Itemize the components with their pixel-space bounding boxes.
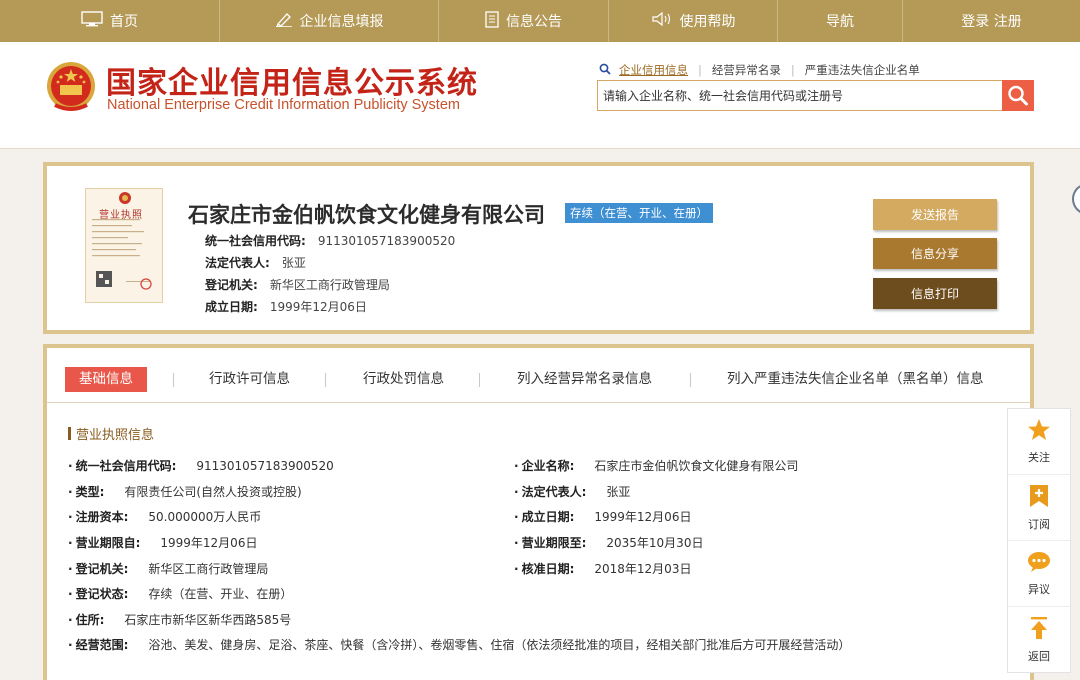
field-approval-date: 核准日期:2018年12月03日 [514,560,691,578]
business-license-thumbnail[interactable]: 营业执照 [85,188,163,303]
nav-help[interactable]: 使用帮助 [609,0,778,42]
tab-admin-license[interactable]: 行政许可信息 [209,367,290,392]
field-reg-status: 登记状态:存续（在营、开业、在册） [68,585,292,603]
company-summary-card: 营业执照 石家庄市金伯帆饮食文化健身有限公司 存续（在营、开业、在册） 统一社会… [43,162,1034,334]
nav-navigation-label: 导航 [826,14,854,30]
divider: | [790,63,795,77]
nav-home-label: 首页 [110,14,138,30]
bookmark-plus-icon [1028,484,1050,511]
site-title: 国家企业信用信息公示系统 [106,66,478,101]
nav-navigation[interactable]: 导航 [778,0,903,42]
print-info-button[interactable]: 信息打印 [873,278,997,309]
nav-fill-info-label: 企业信息填报 [299,14,384,30]
tab-admin-penalty[interactable]: 行政处罚信息 [363,367,444,392]
arrow-up-icon [1029,616,1049,643]
detail-tabs: 基础信息 行政许可信息 行政处罚信息 列入经营异常名录信息 列入严重违法失信企业… [47,348,1030,403]
search-input[interactable] [598,81,998,110]
site-subtitle: National Enterprise Credit Information P… [107,97,460,113]
field-credit-code: 统一社会信用代码:911301057183900520 [68,457,334,475]
speaker-icon [651,11,673,31]
field-capital: 注册资本:50.000000万人民币 [68,508,261,526]
company-name: 石家庄市金伯帆饮食文化健身有限公司 [188,203,545,227]
search-tab-credit-info[interactable]: 企业信用信息 [619,62,688,78]
site-header: 国家企业信用信息公示系统 National Enterprise Credit … [0,42,1080,149]
company-detail-panel: 基础信息 行政许可信息 行政处罚信息 列入经营异常名录信息 列入严重违法失信企业… [43,344,1034,680]
share-info-button[interactable]: 信息分享 [873,238,997,269]
tab-blacklist[interactable]: 列入严重违法失信企业名单（黑名单）信息 [727,367,984,392]
field-legal-rep: 法定代表人:张亚 [205,256,306,270]
back-to-top-button[interactable]: 返回 [1008,607,1070,673]
side-toggle-handle[interactable] [1072,183,1080,215]
field-type: 类型:有限责任公司(自然人投资或控股) [68,483,302,501]
nav-home[interactable]: 首页 [0,0,220,42]
floating-action-bar: 关注 订阅 异议 返回 [1007,408,1071,673]
nav-help-label: 使用帮助 [679,14,736,30]
search-icon [599,63,611,78]
search-icon [1002,85,1034,114]
star-icon [1027,418,1051,444]
objection-button[interactable]: 异议 [1008,541,1070,607]
field-company-name: 企业名称:石家庄市金伯帆饮食文化健身有限公司 [514,457,798,475]
send-report-button[interactable]: 发送报告 [873,199,997,230]
tab-abnormal-list[interactable]: 列入经营异常名录信息 [517,367,652,392]
divider [325,373,326,387]
divider [479,373,480,387]
divider: | [698,63,702,77]
search-box [597,80,1034,111]
nav-announcement[interactable]: 信息公告 [439,0,609,42]
nav-announcement-label: 信息公告 [506,14,562,30]
pencil-icon [275,11,293,31]
field-term-from: 营业期限自:1999年12月06日 [68,534,257,552]
monitor-icon [81,11,103,31]
top-nav: 首页 企业信息填报 信息公告 使用帮助 导航 登录 注册 [0,0,1080,42]
document-icon [485,10,499,32]
license-thumb-label: 营业执照 [99,210,143,221]
field-address: 住所:石家庄市新华区新华西路585号 [68,611,291,629]
follow-button[interactable]: 关注 [1008,409,1070,475]
search-tab-abnormal-list[interactable]: 经营异常名录 [712,62,781,78]
search-tab-blacklist[interactable]: 严重违法失信企业名单 [805,62,920,78]
national-emblem-icon [45,59,97,115]
field-founded: 成立日期:1999年12月06日 [205,300,367,314]
nav-login-register[interactable]: 登录 注册 [903,0,1080,42]
divider [173,373,174,387]
section-marker [68,427,71,440]
field-credit-code: 统一社会信用代码:911301057183900520 [205,234,456,248]
field-authority: 登记机关:新华区工商行政管理局 [68,560,268,578]
divider [690,373,691,387]
nav-fill-info[interactable]: 企业信息填报 [220,0,439,42]
field-authority: 登记机关:新华区工商行政管理局 [205,278,390,292]
field-term-to: 营业期限至:2035年10月30日 [514,534,703,552]
status-badge: 存续（在营、开业、在册） [565,203,713,223]
subscribe-button[interactable]: 订阅 [1008,475,1070,541]
chat-bubble-icon [1027,551,1051,576]
field-scope: 经营范围:浴池、美发、健身房、足浴、茶座、快餐（含冷拼）、卷烟零售、住宿（依法须… [68,636,850,654]
search-type-tabs: 企业信用信息 | 经营异常名录 | 严重违法失信企业名单 [599,62,920,78]
search-button[interactable] [1002,80,1034,111]
section-title: 营业执照信息 [68,424,154,443]
tab-basic-info[interactable]: 基础信息 [65,367,147,392]
company-key-fields: 统一社会信用代码: 911301057183900520 法定代表人: 张亚 登记机… [205,230,455,318]
nav-login-register-label: 登录 注册 [961,14,1022,30]
field-legal-rep: 法定代表人:张亚 [514,483,630,501]
field-founded: 成立日期:1999年12月06日 [514,508,691,526]
